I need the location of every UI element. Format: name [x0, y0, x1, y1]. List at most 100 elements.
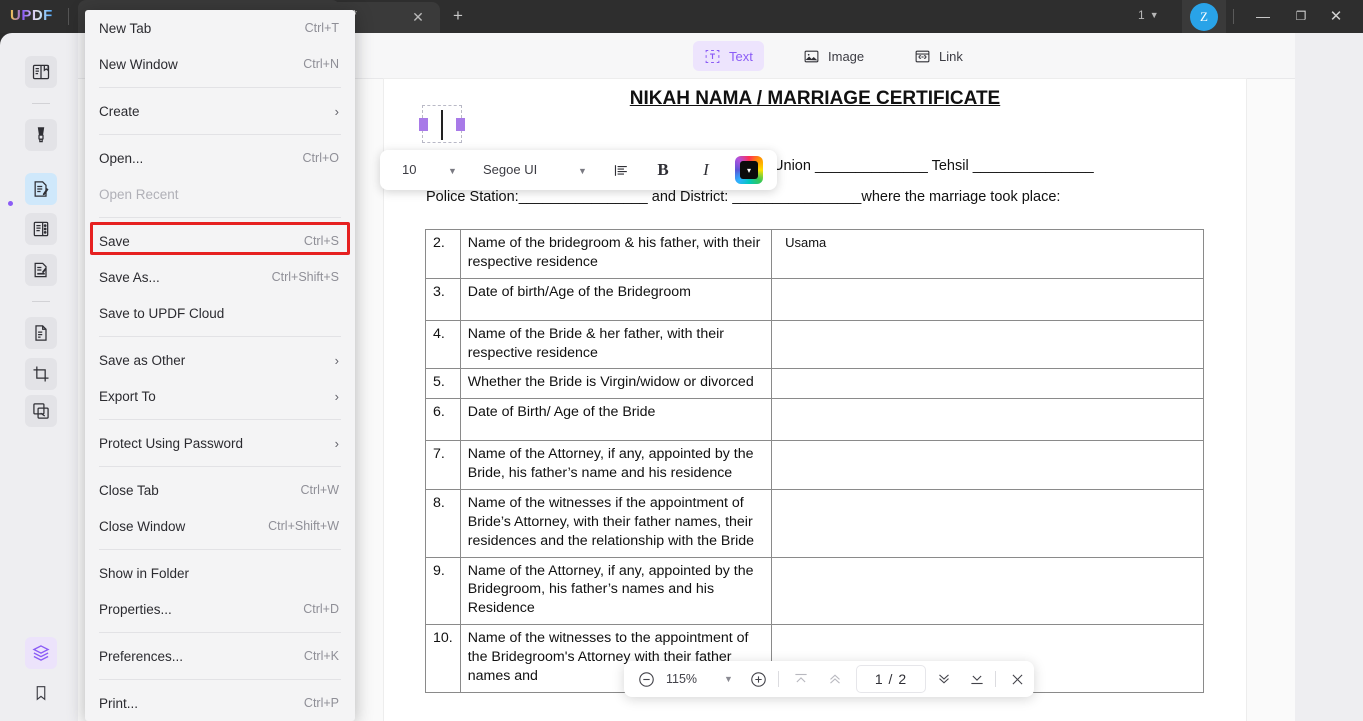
window-count[interactable]: 1 ▼ — [1138, 8, 1159, 22]
menu-item-label: Save — [99, 233, 130, 249]
minimize-button[interactable]: — — [1242, 0, 1284, 33]
menu-item-shortcut: Ctrl+W — [300, 483, 339, 497]
menu-divider — [99, 466, 341, 467]
bold-button[interactable]: B — [649, 156, 677, 184]
file-menu[interactable]: New Tab Ctrl+T New Window Ctrl+N Create › Open… — [85, 10, 355, 721]
document-line-police: Police Station:________________ and Dist… — [426, 189, 1061, 205]
menu-divider — [99, 87, 341, 88]
page-indicator[interactable]: 1 / 2 — [856, 665, 926, 693]
menu-item-print[interactable]: Print... Ctrl+P — [85, 685, 355, 721]
font-family-value[interactable]: Segoe UI — [483, 162, 537, 177]
tab-text-tool[interactable]: Text — [693, 41, 764, 71]
table-row[interactable]: 6. Date of Birth/ Age of the Bride — [425, 398, 1204, 442]
table-row[interactable]: 9. Name of the Attorney, if any, appoint… — [425, 556, 1204, 626]
menu-item-properties[interactable]: Properties... Ctrl+D — [85, 591, 355, 627]
menu-divider — [99, 549, 341, 550]
image-tool-label: Image — [828, 48, 865, 64]
close-window-button[interactable]: ✕ — [1315, 0, 1357, 33]
menu-item-open[interactable]: Open... Ctrl+O — [85, 140, 355, 176]
align-left-icon[interactable] — [607, 156, 635, 184]
menu-item-show-in-folder[interactable]: Show in Folder — [85, 555, 355, 591]
menu-item-create[interactable]: Create › — [85, 93, 355, 129]
sidebar-item-layers[interactable] — [25, 637, 57, 669]
menu-item-label: Show in Folder — [99, 565, 190, 581]
menu-item-new-tab[interactable]: New Tab Ctrl+T — [85, 10, 355, 46]
text-box-selection[interactable] — [419, 105, 465, 143]
row-value[interactable] — [771, 440, 1204, 490]
row-value[interactable] — [771, 319, 1204, 370]
zoom-chevron-down-icon[interactable]: ▼ — [724, 674, 733, 684]
table-row[interactable]: 8. Name of the witnesses if the appointm… — [425, 488, 1204, 558]
row-number: 2. — [425, 229, 461, 279]
menu-item-label: New Tab — [99, 20, 152, 36]
resize-handle-right[interactable] — [456, 118, 465, 131]
row-value[interactable] — [771, 488, 1204, 558]
menu-item-shortcut: Ctrl+P — [303, 696, 339, 710]
menu-item-open-recent: Open Recent — [85, 176, 355, 212]
menu-item-shortcut: Ctrl+K — [303, 649, 339, 663]
first-page-icon[interactable] — [789, 667, 813, 691]
menu-item-save[interactable]: Save Ctrl+S — [85, 223, 355, 259]
logo-divider — [68, 8, 69, 25]
row-value[interactable] — [771, 398, 1204, 442]
table-row[interactable]: 4. Name of the Bride & her father, with … — [425, 319, 1204, 370]
sidebar-item-annotate[interactable] — [25, 119, 57, 151]
last-page-icon[interactable] — [965, 667, 989, 691]
sidebar-item-batch-pages[interactable] — [25, 395, 57, 427]
menu-item-preferences[interactable]: Preferences... Ctrl+K — [85, 638, 355, 674]
menu-item-close-window[interactable]: Close Window Ctrl+Shift+W — [85, 508, 355, 544]
sidebar-item-crop-page[interactable] — [25, 358, 57, 390]
zoom-out-icon[interactable] — [634, 667, 658, 691]
menu-item-save-to-updf-cloud[interactable]: Save to UPDF Cloud — [85, 295, 355, 331]
sidebar-item-fill-sign[interactable] — [25, 254, 57, 286]
tab-close-icon[interactable]: ✕ — [408, 8, 428, 26]
row-value[interactable] — [771, 368, 1204, 400]
menu-item-save-as-other[interactable]: Save as Other › — [85, 342, 355, 378]
sidebar-item-attachment[interactable] — [25, 717, 57, 721]
table-row[interactable]: 3. Date of birth/Age of the Bridegroom — [425, 277, 1204, 321]
zoom-level-label[interactable]: 115% — [666, 672, 697, 686]
color-picker-icon[interactable]: ▾ — [735, 156, 763, 184]
font-family-chevron-down-icon[interactable]: ▼ — [578, 166, 587, 176]
sidebar-item-edit-pdf[interactable] — [25, 173, 57, 205]
next-page-icon[interactable] — [932, 667, 956, 691]
row-number: 6. — [425, 398, 461, 442]
sidebar-item-reader[interactable] — [25, 56, 57, 88]
table-row[interactable]: 2. Name of the bridegroom & his father, … — [425, 229, 1204, 279]
new-tab-icon[interactable]: + — [448, 6, 468, 26]
row-value[interactable] — [771, 277, 1204, 321]
menu-divider — [99, 679, 341, 680]
menu-item-new-window[interactable]: New Window Ctrl+N — [85, 46, 355, 82]
link-tool-icon — [914, 48, 931, 65]
menu-item-close-tab[interactable]: Close Tab Ctrl+W — [85, 472, 355, 508]
convert-pdf-icon — [31, 323, 51, 343]
menu-item-label: Protect Using Password — [99, 435, 244, 451]
menu-item-export-to[interactable]: Export To › — [85, 378, 355, 414]
close-icon[interactable] — [1005, 667, 1029, 691]
sidebar-item-convert-pdf[interactable] — [25, 317, 57, 349]
previous-page-icon[interactable] — [823, 667, 847, 691]
image-tool-icon — [803, 48, 820, 65]
row-value[interactable] — [771, 556, 1204, 626]
table-row[interactable]: 7. Name of the Attorney, if any, appoint… — [425, 440, 1204, 490]
menu-item-save-as[interactable]: Save As... Ctrl+Shift+S — [85, 259, 355, 295]
menu-item-protect-using-password[interactable]: Protect Using Password › — [85, 425, 355, 461]
certificate-table: 2. Name of the bridegroom & his father, … — [425, 229, 1204, 693]
font-size-value[interactable]: 10 — [402, 162, 416, 177]
text-tool-icon — [704, 48, 721, 65]
zoom-in-icon[interactable] — [746, 667, 770, 691]
batch-pages-icon — [31, 401, 51, 421]
tab-link-tool[interactable]: Link — [903, 41, 974, 71]
row-value[interactable]: Usama — [771, 229, 1204, 279]
tab-image-tool[interactable]: Image — [792, 41, 875, 71]
sidebar-item-bookmark[interactable] — [25, 677, 57, 709]
italic-button[interactable]: I — [692, 156, 720, 184]
avatar[interactable]: Z — [1190, 3, 1218, 31]
resize-handle-left[interactable] — [419, 118, 428, 131]
row-description: Date of Birth/ Age of the Bride — [459, 398, 773, 442]
table-row[interactable]: 5. Whether the Bride is Virgin/widow or … — [425, 368, 1204, 400]
font-size-chevron-down-icon[interactable]: ▼ — [448, 166, 457, 176]
row-description: Name of the Attorney, if any, appointed … — [459, 556, 773, 626]
sidebar-item-organize-pages[interactable] — [25, 213, 57, 245]
annotate-highlighter-icon — [31, 125, 51, 145]
